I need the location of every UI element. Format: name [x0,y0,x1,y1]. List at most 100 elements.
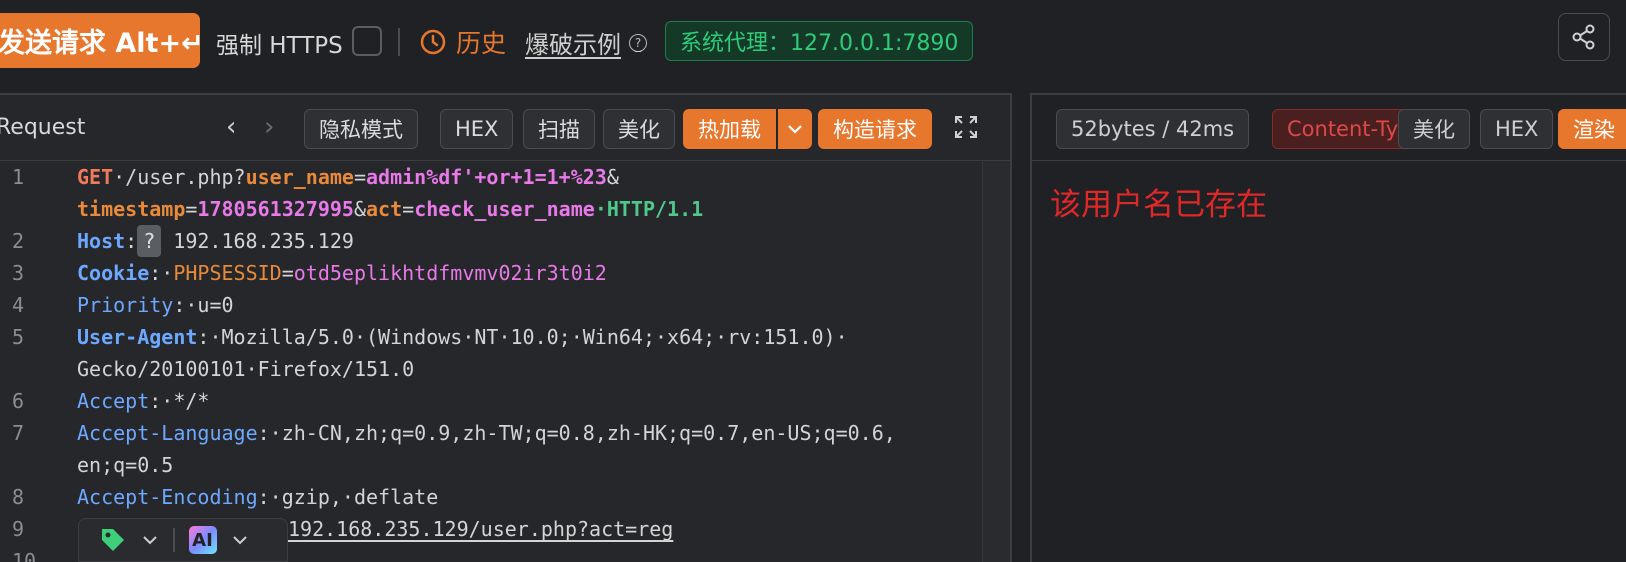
top-toolbar: 发送请求 Alt+↵ 强制 HTTPS 历史 爆破示例 ? 系统代理：127.0… [0,0,1626,90]
header-value: :·gzip,·deflate [257,485,439,509]
line-number: 1 [12,165,25,189]
line-number: 9 [12,517,25,541]
line-text: Accept-Language:·zh-CN,zh;q=0.9,zh-TW;q=… [77,417,896,449]
hot-reload-dropdown[interactable] [778,109,812,149]
floating-tag-bar: AI [78,518,288,562]
header-key: Accept [77,389,150,413]
share-icon [1572,24,1595,50]
cookie-eq: = [281,261,294,285]
line-text: GET·/user.php?user_name=admin%df'+or+1=1… [77,161,619,193]
construct-request-button[interactable]: 构造请求 [818,109,932,149]
header-value: 192.168.235.129 [161,229,354,253]
header-key: Host [77,229,126,253]
ai-assistant-icon[interactable]: AI [188,526,217,554]
param-amp: & [606,165,619,189]
scan-button[interactable]: 扫描 [523,109,595,149]
param-key: timestamp [77,197,186,221]
request-panel: Request ‹ › 隐私模式 HEX 扫描 美化 热加载 构造请求 1 GE… [0,93,1012,562]
header-colon: : [125,229,138,253]
header-colon: :· [149,261,174,285]
param-value: 1780561327995 [197,197,354,221]
send-request-button[interactable]: 发送请求 Alt+↵ [0,13,204,68]
next-request-button[interactable]: › [264,112,274,142]
chevron-down-icon[interactable] [231,531,249,549]
hot-reload-button[interactable]: 热加载 [683,109,776,149]
line-text: Host:? 192.168.235.129 [77,225,354,257]
referer-url[interactable]: 192.168.235.129/user.php?act=reg [288,513,673,545]
header-key: Accept-Encoding [77,485,258,509]
request-toolbar: Request ‹ › 隐私模式 HEX 扫描 美化 热加载 构造请求 [0,95,1010,161]
editor-scrollbar[interactable] [982,161,1010,562]
header-key: Priority [77,293,174,317]
content-type-badge[interactable]: Content-Type [1272,109,1412,149]
cookie-value: otd5eplikhtdfmvmv02ir3t0i2 [293,261,607,285]
privacy-mode-button[interactable]: 隐私模式 [304,109,418,149]
line-text: en;q=0.5 [77,453,174,477]
clock-icon [420,29,446,55]
request-title: Request [0,115,86,140]
line-number: 8 [12,485,25,509]
share-button[interactable] [1558,13,1610,61]
response-panel: 52bytes / 42ms Content-Type 美化 HEX 渲染 该用… [1030,93,1626,562]
example-label: 爆破示例 [525,31,621,59]
response-toolbar: 52bytes / 42ms Content-Type 美化 HEX 渲染 [1032,95,1626,161]
chevron-down-icon[interactable] [141,531,159,549]
line-text: timestamp=1780561327995&act=check_user_n… [77,193,703,225]
system-proxy-badge[interactable]: 系统代理：127.0.0.1:7890 [665,21,974,61]
header-key: Accept-Language [77,421,258,445]
param-key: act [366,197,403,221]
force-https-label: 强制 HTTPS [216,33,343,59]
param-eq: = [185,197,198,221]
line-number: 6 [12,389,25,413]
line-text: User-Agent:·Mozilla/5.0·(Windows·NT·10.0… [77,321,848,353]
param-amp: & [353,197,367,221]
tag-icon[interactable] [99,526,127,554]
header-value: :·Mozilla/5.0·(Windows·NT·10.0;·Win64;·x… [197,325,848,349]
response-body-text: 该用户名已存在 [1050,187,1267,223]
line-text: Gecko/20100101·Firefox/151.0 [77,357,415,381]
request-hex-button[interactable]: HEX [440,109,514,149]
floatbar-divider [173,528,175,552]
response-beautify-button[interactable]: 美化 [1398,109,1470,149]
param-key: user_name [245,165,354,189]
line-text: Accept:·*/* [77,385,209,417]
toolbar-divider [398,28,400,56]
help-icon[interactable]: ? [629,33,647,52]
request-beautify-button[interactable]: 美化 [603,109,675,149]
line-text: Cookie:·PHPSESSID=otd5eplikhtdfmvmv02ir3… [77,257,607,289]
history-button[interactable]: 历史 [420,24,506,60]
prev-request-button[interactable]: ‹ [226,112,236,142]
render-button[interactable]: 渲染 [1558,109,1626,149]
param-eq: = [402,197,415,221]
request-path: ·/user.php? [113,165,246,189]
header-value: :·zh-CN,zh;q=0.9,zh-TW;q=0.8,zh-HK;q=0.7… [257,421,896,445]
request-editor[interactable]: 1 GET·/user.php?user_name=admin%df'+or+1… [0,161,982,562]
force-https-checkbox[interactable] [352,26,382,56]
line-number: 5 [12,325,25,349]
param-eq: = [353,165,366,189]
http-version: ·HTTP/1.1 [594,197,704,221]
line-number: 10 [12,549,37,562]
http-method: GET [77,165,114,189]
line-number: 4 [12,293,25,317]
response-size-badge: 52bytes / 42ms [1056,109,1250,149]
history-label: 历史 [456,29,507,58]
inlay-hint[interactable]: ? [137,225,162,257]
header-key: Cookie [77,261,150,285]
brute-force-example-link[interactable]: 爆破示例 ? [525,25,647,60]
param-value: admin%df'+or+1=1+%23 [366,165,607,189]
app-root: 发送请求 Alt+↵ 强制 HTTPS 历史 爆破示例 ? 系统代理：127.0… [0,0,1626,562]
param-value: check_user_name [414,197,595,221]
line-number: 2 [12,229,25,253]
line-number: 3 [12,261,25,285]
chevron-down-icon [788,125,802,134]
expand-icon[interactable] [954,115,978,143]
header-key: User-Agent [77,325,198,349]
line-number: 7 [12,421,25,445]
line-text: Priority:·u=0 [77,289,234,321]
cookie-key: PHPSESSID [173,261,282,285]
line-text: Accept-Encoding:·gzip,·deflate [77,481,438,513]
header-value: :·u=0 [173,293,234,317]
response-hex-button[interactable]: HEX [1480,109,1554,149]
header-value: :·*/* [149,389,210,413]
